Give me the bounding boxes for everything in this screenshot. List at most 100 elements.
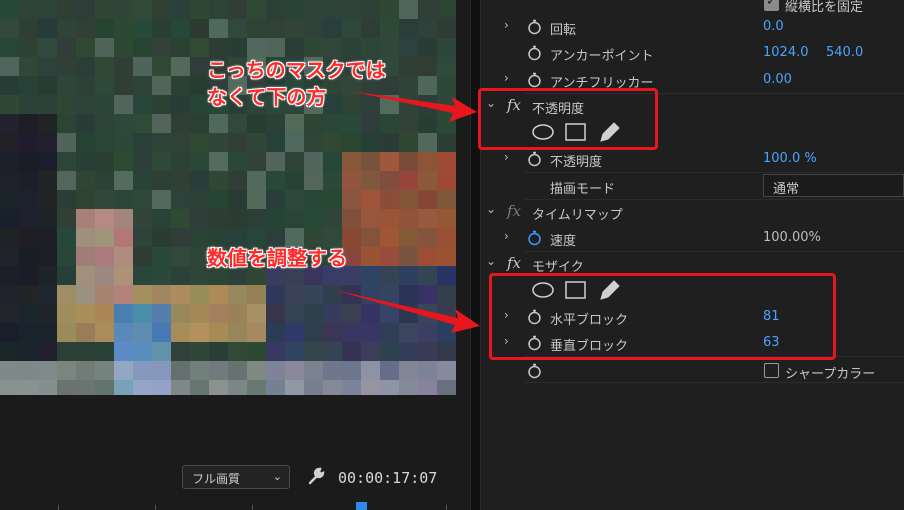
mosaic-block xyxy=(95,190,114,209)
sharp-colors-checkbox[interactable] xyxy=(764,363,779,378)
mosaic-block xyxy=(228,114,247,133)
mosaic-block xyxy=(285,0,304,19)
mosaic-block xyxy=(114,0,133,19)
mosaic-block xyxy=(190,285,209,304)
stopwatch-active-icon[interactable] xyxy=(527,229,542,246)
mosaic-block xyxy=(285,19,304,38)
mosaic-block xyxy=(190,19,209,38)
mosaic-block xyxy=(228,285,247,304)
mosaic-block xyxy=(266,380,285,395)
mosaic-block xyxy=(418,133,437,152)
mosaic-block xyxy=(361,228,380,247)
chevron-right-icon[interactable]: › xyxy=(504,71,509,85)
annotation-note-1-line1: こっちのマスクでは xyxy=(207,58,386,82)
mosaic-block xyxy=(380,38,399,57)
mosaic-block xyxy=(285,190,304,209)
uniform-scale-label: 縦横比を固定 xyxy=(785,0,864,15)
mosaic-block xyxy=(304,19,323,38)
mosaic-block xyxy=(209,285,228,304)
rotation-value[interactable]: 0.0 xyxy=(763,19,784,34)
anti-flicker-value[interactable]: 0.00 xyxy=(763,72,792,87)
mosaic-block xyxy=(399,95,418,114)
mosaic-block xyxy=(38,0,57,19)
mosaic-block xyxy=(437,342,456,361)
rotation-label: 回転 xyxy=(550,23,577,38)
time-remap-header[interactable]: ⌄ fx タイムリマップ xyxy=(481,199,904,225)
playhead-handle[interactable] xyxy=(356,502,367,510)
chevron-right-icon[interactable]: › xyxy=(504,18,509,32)
mosaic-block xyxy=(152,152,171,171)
mosaic-block xyxy=(19,38,38,57)
mosaic-block xyxy=(380,266,399,285)
mosaic-block xyxy=(38,323,57,342)
mosaic-block xyxy=(323,19,342,38)
sharp-colors-label: シャープカラー xyxy=(785,367,876,382)
anchor-point-label: アンカーポイント xyxy=(550,49,654,64)
chevron-down-icon[interactable]: ⌄ xyxy=(486,202,496,216)
mosaic-block xyxy=(152,323,171,342)
stopwatch-icon[interactable] xyxy=(527,18,542,35)
anchor-point-row: アンカーポイント 1024.0 540.0 xyxy=(481,40,904,66)
mosaic-block xyxy=(437,38,456,57)
mosaic-block xyxy=(266,171,285,190)
mosaic-block xyxy=(323,171,342,190)
mosaic-block xyxy=(57,57,76,76)
mosaic-block xyxy=(418,285,437,304)
mosaic-block xyxy=(19,266,38,285)
mosaic-block xyxy=(247,380,266,395)
mosaic-block xyxy=(19,0,38,19)
mosaic-block xyxy=(323,133,342,152)
stopwatch-icon[interactable] xyxy=(527,150,542,167)
mosaic-block xyxy=(133,190,152,209)
mosaic-block xyxy=(95,152,114,171)
chevron-right-icon[interactable]: › xyxy=(504,150,509,164)
anchor-x-value[interactable]: 1024.0 xyxy=(763,45,809,60)
mosaic-block xyxy=(95,19,114,38)
mosaic-block xyxy=(399,247,418,266)
mosaic-block xyxy=(399,323,418,342)
mosaic-block xyxy=(76,380,95,395)
mosaic-block xyxy=(285,380,304,395)
uniform-scale-checkbox[interactable] xyxy=(764,0,779,11)
playhead-timecode[interactable]: 00:00:17:07 xyxy=(338,469,437,487)
blend-mode-dropdown[interactable]: 通常 xyxy=(763,174,904,197)
mosaic-block xyxy=(209,152,228,171)
stopwatch-icon[interactable] xyxy=(527,362,542,379)
chevron-down-icon[interactable]: ⌄ xyxy=(486,254,496,268)
mosaic-block xyxy=(95,361,114,380)
mosaic-block xyxy=(152,285,171,304)
mosaic-block xyxy=(361,38,380,57)
mosaic-block xyxy=(190,323,209,342)
mosaic-block xyxy=(152,190,171,209)
mosaic-block xyxy=(399,76,418,95)
chevron-right-icon[interactable]: › xyxy=(504,229,509,243)
mosaic-block xyxy=(247,304,266,323)
playback-quality-select[interactable]: フル画質 ⌄ xyxy=(182,465,290,489)
mosaic-block xyxy=(418,361,437,380)
panel-divider[interactable] xyxy=(470,0,481,510)
mosaic-block xyxy=(114,266,133,285)
mosaic-block xyxy=(114,285,133,304)
mosaic-block xyxy=(285,209,304,228)
fx-icon[interactable]: fx xyxy=(507,254,521,272)
mosaic-block xyxy=(228,0,247,19)
anchor-y-value[interactable]: 540.0 xyxy=(826,45,863,60)
stopwatch-icon[interactable] xyxy=(527,71,542,88)
mosaic-block xyxy=(437,152,456,171)
mosaic-block xyxy=(285,304,304,323)
mosaic-block xyxy=(247,114,266,133)
mosaic-block xyxy=(342,361,361,380)
mosaic-block xyxy=(190,171,209,190)
mosaic-block xyxy=(209,361,228,380)
mosaic-block xyxy=(304,114,323,133)
mosaic-block xyxy=(342,285,361,304)
wrench-icon[interactable] xyxy=(306,466,326,486)
stopwatch-icon[interactable] xyxy=(527,44,542,61)
opacity-value[interactable]: 100.0 % xyxy=(763,151,817,166)
mosaic-block xyxy=(38,38,57,57)
mosaic-block xyxy=(0,209,19,228)
mosaic-block xyxy=(361,209,380,228)
mosaic-block xyxy=(247,361,266,380)
mosaic-block xyxy=(399,114,418,133)
mosaic-block xyxy=(114,133,133,152)
